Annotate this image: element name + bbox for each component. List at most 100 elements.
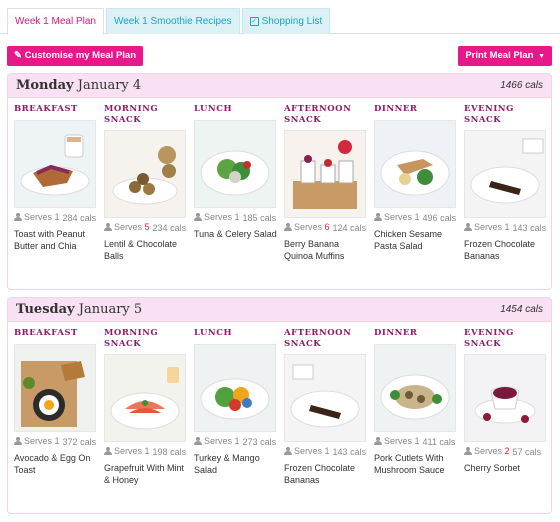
meal-card[interactable]: BREAKFAST Serves 1 372 cals Avocado & Egg O… xyxy=(14,322,100,512)
meals-row: BREAKFAST Serves 1 372 cals Avocado & Egg O… xyxy=(8,322,551,512)
meal-photo[interactable] xyxy=(194,344,276,432)
serves-count: 6 xyxy=(324,222,330,232)
meal-name-link[interactable]: Tuna & Celery Salad xyxy=(194,228,280,240)
meal-card[interactable]: AFTERNOON SNACK Serves 6 124 cals Berry Ban… xyxy=(284,98,370,288)
meal-card[interactable]: BREAKFAST Serves 1 284 cals Toast with Pean… xyxy=(14,98,100,288)
meal-meta: Serves 1 143 cals xyxy=(284,446,370,457)
meal-name-link[interactable]: Cherry Sorbet xyxy=(464,462,550,474)
serves-count: 1 xyxy=(414,212,420,222)
user-icon xyxy=(284,223,292,231)
meal-calories: 411 cals xyxy=(422,437,456,447)
serves-text: Serves xyxy=(294,222,323,232)
meal-calories: 185 cals xyxy=(242,213,277,223)
serves-count: 1 xyxy=(144,446,150,456)
meal-card[interactable]: AFTERNOON SNACK Serves 1 143 cals Frozen Ch… xyxy=(284,322,370,512)
meal-name-link[interactable]: Grapefruit With Mint & Honey xyxy=(104,462,190,486)
meal-name-link[interactable]: Chicken Sesame Pasta Salad xyxy=(374,228,460,252)
meal-name-link[interactable]: Lentil & Chocolate Balls xyxy=(104,238,190,262)
chevron-down-icon: ▼ xyxy=(538,53,545,60)
meal-photo[interactable] xyxy=(14,344,96,432)
meal-meta: Serves 1 185 cals xyxy=(194,212,280,223)
serves-info: Serves 1 xyxy=(14,436,60,446)
tab-week1-meal-plan[interactable]: Week 1 Meal Plan xyxy=(7,8,104,35)
meal-meta: Serves 1 411 cals xyxy=(374,436,460,447)
meal-calories: 273 cals xyxy=(242,437,277,447)
serves-info: Serves 1 xyxy=(374,436,420,446)
meal-type-label: MORNING SNACK xyxy=(104,328,159,349)
edit-icon: ✎ xyxy=(14,50,22,61)
tab-label: Week 1 Smoothie Recipes xyxy=(113,15,232,27)
meal-name-link[interactable]: Avocado & Egg On Toast xyxy=(14,452,100,476)
meal-photo[interactable] xyxy=(374,120,456,208)
meal-name-link[interactable]: Toast with Peanut Butter and Chia xyxy=(14,228,100,252)
meal-card[interactable]: MORNING SNACK Serves 5 234 cals Lentil & Ch… xyxy=(104,98,190,288)
meal-type-label: BREAKFAST xyxy=(14,328,78,338)
meal-card[interactable]: LUNCH Serves 1 273 cals Turkey & Mango Sala… xyxy=(194,322,280,512)
meal-meta: Serves 1 284 cals xyxy=(14,212,100,223)
day-date: January 5 xyxy=(78,302,143,317)
meal-card[interactable]: DINNER Serves 1 496 cals Chicken Sesame Pas… xyxy=(374,98,460,288)
meal-calories: 143 cals xyxy=(332,447,367,457)
serves-info: Serves 5 xyxy=(104,222,150,232)
user-icon xyxy=(194,437,202,445)
meal-type-label: EVENING SNACK xyxy=(464,328,514,349)
meal-meta: Serves 6 124 cals xyxy=(284,222,370,233)
meal-card[interactable]: EVENING SNACK Serves 1 143 cals Frozen Choc… xyxy=(464,98,550,288)
meal-name-link[interactable]: Frozen Chocolate Bananas xyxy=(284,462,370,486)
serves-count: 1 xyxy=(414,436,420,446)
meal-photo[interactable] xyxy=(464,130,546,218)
meal-photo[interactable] xyxy=(284,130,366,218)
meal-card[interactable]: DINNER Serves 1 411 cals Pork Cutlets With … xyxy=(374,322,460,512)
day-title: Monday January 4 xyxy=(16,78,141,93)
serves-text: Serves xyxy=(204,436,233,446)
day-header: Tuesday January 5 1454 cals xyxy=(8,298,551,322)
meal-photo[interactable] xyxy=(194,120,276,208)
serves-text: Serves xyxy=(294,446,323,456)
day-title: Tuesday January 5 xyxy=(16,302,142,317)
serves-info: Serves 1 xyxy=(464,222,510,232)
serves-info: Serves 6 xyxy=(284,222,330,232)
tab-week1-smoothie-recipes[interactable]: Week 1 Smoothie Recipes xyxy=(105,8,240,34)
meal-name-link[interactable]: Frozen Chocolate Bananas xyxy=(464,238,550,262)
serves-count: 1 xyxy=(54,212,60,222)
meal-card[interactable]: MORNING SNACK Serves 1 198 cals Grapefruit … xyxy=(104,322,190,512)
meal-type-label: AFTERNOON SNACK xyxy=(284,328,352,349)
tab-label: Week 1 Meal Plan xyxy=(15,16,96,27)
serves-info: Serves 1 xyxy=(104,446,150,456)
tab-label: Shopping List xyxy=(261,15,323,27)
meal-photo[interactable] xyxy=(104,130,186,218)
meal-meta: Serves 1 496 cals xyxy=(374,212,460,223)
serves-info: Serves 2 xyxy=(464,446,510,456)
serves-text: Serves xyxy=(384,436,413,446)
meal-photo[interactable] xyxy=(104,354,186,442)
user-icon xyxy=(104,447,112,455)
user-icon xyxy=(104,223,112,231)
meal-card[interactable]: LUNCH Serves 1 185 cals Tuna & Celery Salad xyxy=(194,98,280,288)
customise-meal-plan-button[interactable]: ✎ Customise my Meal Plan xyxy=(7,46,144,66)
user-icon xyxy=(14,213,22,221)
user-icon xyxy=(374,437,382,445)
user-icon xyxy=(194,213,202,221)
tab-shopping-list[interactable]: ✓ Shopping List xyxy=(241,8,331,34)
meal-photo[interactable] xyxy=(374,344,456,432)
day-weekday: Monday xyxy=(16,78,74,93)
meal-name-link[interactable]: Pork Cutlets With Mushroom Sauce xyxy=(374,452,460,476)
print-meal-plan-button[interactable]: Print Meal Plan ▼ xyxy=(458,46,552,66)
day-total-calories: 1466 cals xyxy=(500,80,543,91)
meal-type-label: MORNING SNACK xyxy=(104,104,159,125)
meal-photo[interactable] xyxy=(284,354,366,442)
meal-photo[interactable] xyxy=(14,120,96,208)
meal-calories: 284 cals xyxy=(62,213,97,223)
meal-card[interactable]: EVENING SNACK Serves 2 57 cals Cherry Sorbe… xyxy=(464,322,550,512)
meal-name-link[interactable]: Berry Banana Quinoa Muffins xyxy=(284,238,370,262)
meal-meta: Serves 1 198 cals xyxy=(104,446,190,457)
meal-calories: 234 cals xyxy=(152,223,187,233)
serves-text: Serves xyxy=(114,222,143,232)
serves-count: 1 xyxy=(504,222,510,232)
meal-type-label: DINNER xyxy=(374,104,418,114)
meal-photo[interactable] xyxy=(464,354,546,442)
meals-row: BREAKFAST Serves 1 284 cals Toast with Pean… xyxy=(8,98,551,288)
meal-calories: 143 cals xyxy=(512,223,547,233)
meal-name-link[interactable]: Turkey & Mango Salad xyxy=(194,452,280,476)
meal-meta: Serves 1 143 cals xyxy=(464,222,550,233)
